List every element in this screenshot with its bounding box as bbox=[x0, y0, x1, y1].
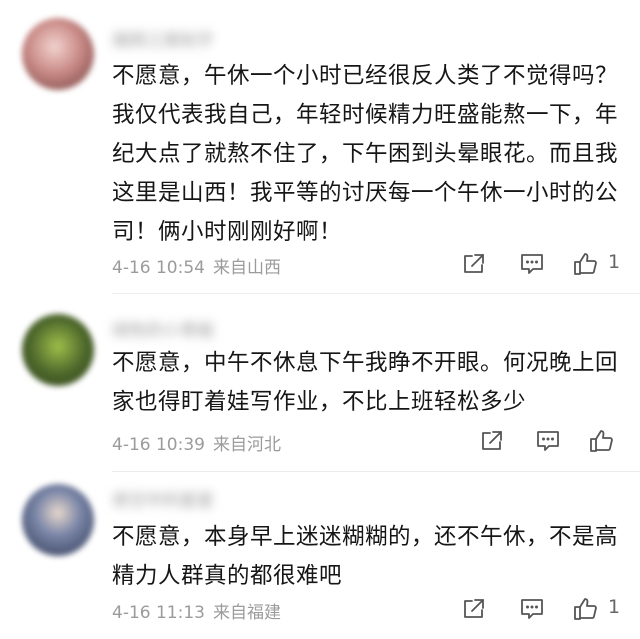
thumbs-up-icon[interactable] bbox=[572, 595, 600, 623]
share-icon[interactable] bbox=[460, 250, 488, 278]
avatar[interactable] bbox=[22, 314, 94, 386]
username[interactable]: 烟雨江南知乎 bbox=[112, 26, 282, 51]
comment-icon[interactable] bbox=[518, 595, 546, 623]
username[interactable]: 夜空中的星星 bbox=[112, 486, 282, 511]
thumbs-up-icon[interactable] bbox=[572, 250, 600, 278]
comment-item: 烟雨江南知乎 不愿意，午休一个小时已经很反人类了不觉得吗？我仅代表我自己，年轻时… bbox=[0, 0, 640, 290]
comment-meta: 4-16 10:54 来自山西 bbox=[112, 253, 281, 278]
comment-actions: 1 bbox=[460, 250, 630, 278]
comment-location: 来自福建 bbox=[212, 603, 281, 623]
comment-item: 夜空中的星星 不愿意，本身早上迷迷糊糊的，还不午休，不是高精力人群真的都很难吧 … bbox=[0, 472, 640, 639]
comment-time: 4-16 10:54 bbox=[112, 258, 205, 278]
comment-time: 4-16 10:39 bbox=[112, 435, 205, 455]
comment-text: 不愿意，本身早上迷迷糊糊的，还不午休，不是高精力人群真的都很难吧 bbox=[112, 524, 619, 589]
like-count: 1 bbox=[608, 596, 621, 618]
comment-actions: 1 bbox=[460, 595, 630, 623]
avatar[interactable] bbox=[22, 18, 94, 90]
comment-meta: 4-16 10:39 来自河北 bbox=[112, 430, 281, 455]
username[interactable]: 绿色的小青蛙 bbox=[112, 316, 282, 341]
comment-time: 4-16 11:13 bbox=[112, 603, 205, 623]
comment-location: 来自河北 bbox=[212, 435, 281, 455]
comment-actions bbox=[478, 427, 628, 455]
comment-text: 不愿意，午休一个小时已经很反人类了不觉得吗？我仅代表我自己，年轻时候精力旺盛能熬… bbox=[112, 63, 619, 245]
comment-meta: 4-16 11:13 来自福建 bbox=[112, 598, 281, 623]
share-icon[interactable] bbox=[478, 427, 506, 455]
thumbs-up-icon[interactable] bbox=[588, 427, 616, 455]
comment-item: 绿色的小青蛙 不愿意，中午不休息下午我睁不开眼。何况晚上回家也得盯着娃写作业，不… bbox=[0, 294, 640, 474]
comment-text: 不愿意，中午不休息下午我睁不开眼。何况晚上回家也得盯着娃写作业，不比上班轻松多少 bbox=[112, 350, 619, 415]
avatar[interactable] bbox=[22, 484, 94, 556]
share-icon[interactable] bbox=[460, 595, 488, 623]
comment-feed: 烟雨江南知乎 不愿意，午休一个小时已经很反人类了不觉得吗？我仅代表我自己，年轻时… bbox=[0, 0, 640, 639]
like-count: 1 bbox=[608, 251, 621, 273]
comment-icon[interactable] bbox=[518, 250, 546, 278]
comment-icon[interactable] bbox=[534, 427, 562, 455]
comment-location: 来自山西 bbox=[212, 258, 281, 278]
